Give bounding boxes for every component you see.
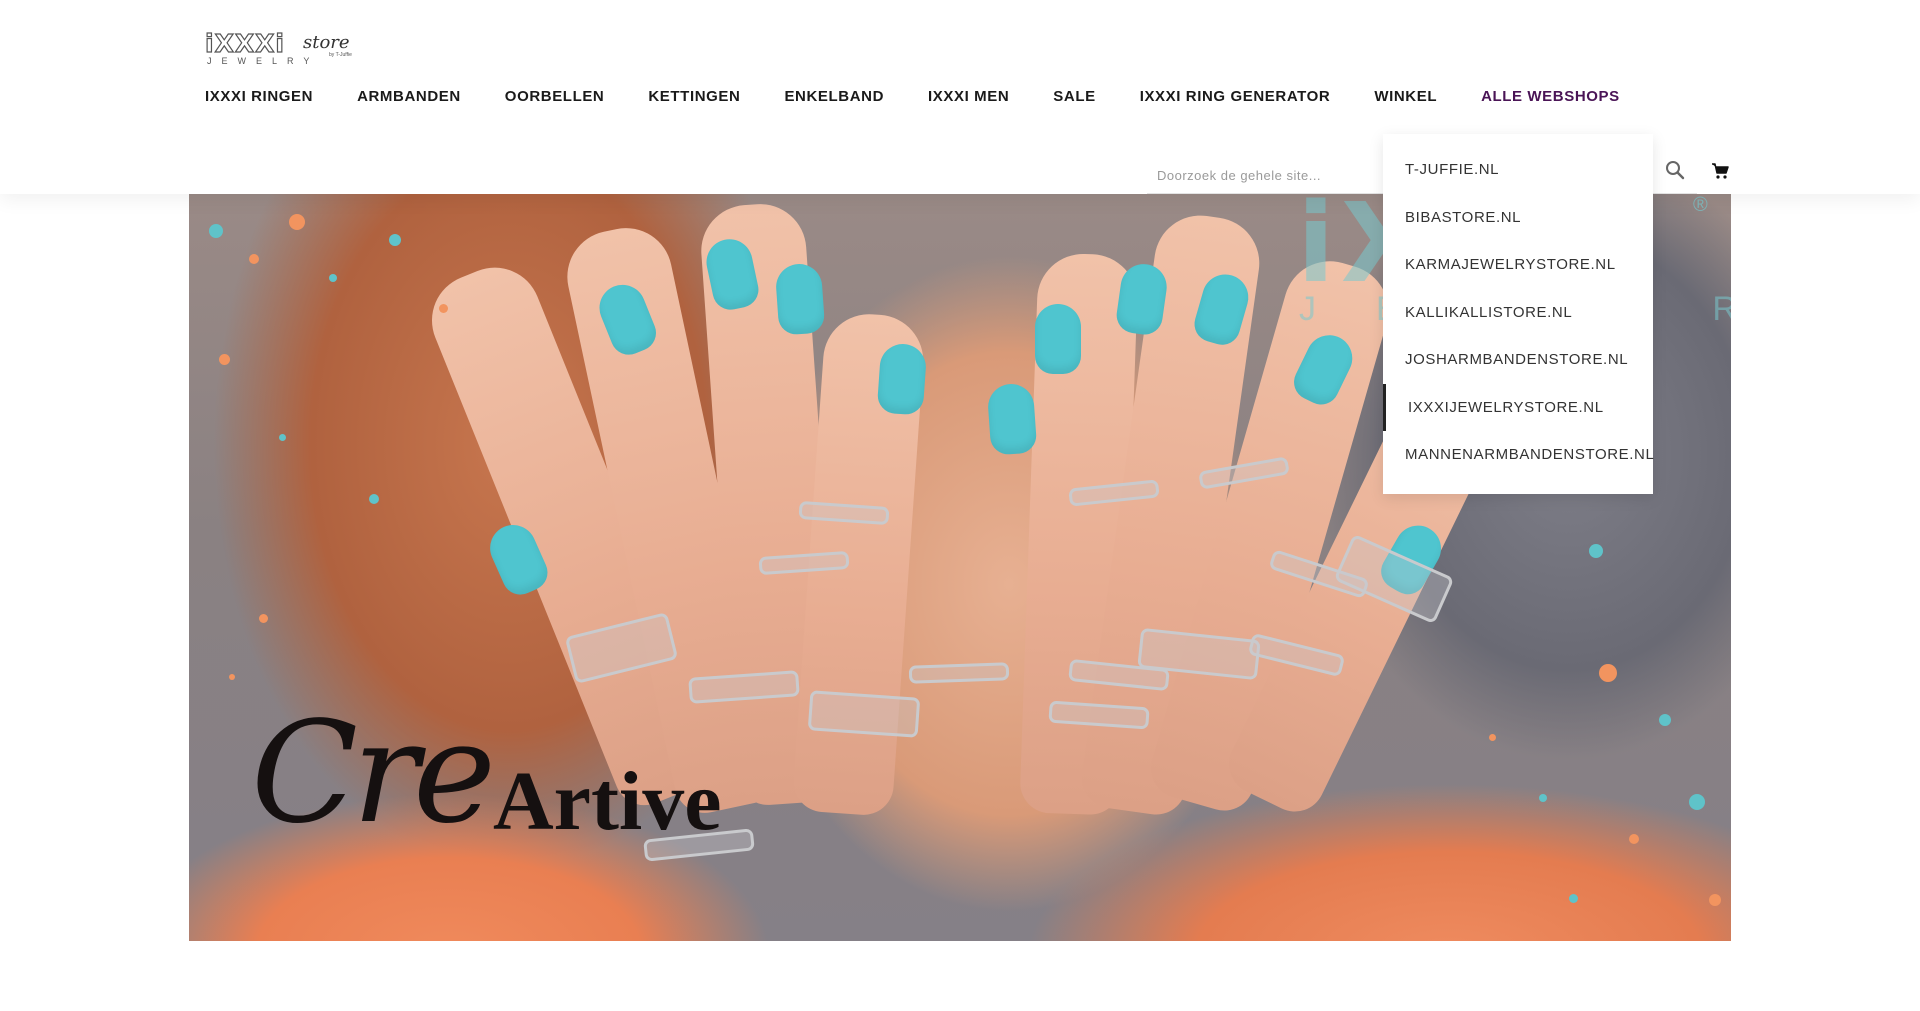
hero-splatter [249, 254, 259, 264]
hero-splatter [289, 214, 305, 230]
hero-nail [986, 382, 1038, 456]
hero-nail [1035, 304, 1081, 374]
dropdown-item-mannenarmbandenstore[interactable]: MANNENARMBANDENSTORE.NL [1383, 431, 1654, 479]
nav-item-oorbellen[interactable]: OORBELLEN [505, 85, 605, 109]
main-navigation: IXXXI RINGEN ARMBANDEN OORBELLEN KETTING… [205, 85, 1664, 109]
store-logo[interactable]: iXXXi store JEWELRY by T-Juffie [204, 29, 355, 68]
hero-ring [807, 690, 921, 738]
hero-splatter [279, 434, 286, 441]
hero-splatter [1659, 714, 1671, 726]
logo-jewelry-text: JEWELRY [207, 56, 320, 66]
dropdown-item-t-juffie[interactable]: T-JUFFIE.NL [1383, 146, 1653, 194]
dropdown-item-josharmbandenstore[interactable]: JOSHARMBANDENSTORE.NL [1383, 336, 1653, 384]
hero-splatter [229, 674, 235, 680]
webshops-dropdown: T-JUFFIE.NL BIBASTORE.NL KARMAJEWELRYSTO… [1383, 134, 1654, 494]
cart-icon[interactable] [1711, 162, 1729, 180]
registered-mark-icon: ® [1693, 194, 1708, 216]
nav-item-armbanden[interactable]: ARMBANDEN [357, 85, 461, 109]
hero-splatter [1569, 894, 1578, 903]
hero-splatter [259, 614, 268, 623]
hero-title-serif: Artive [493, 755, 722, 848]
nav-item-sale[interactable]: SALE [1053, 85, 1095, 109]
nav-item-winkel[interactable]: WINKEL [1374, 85, 1437, 109]
nav-item-alle-webshops[interactable]: ALLE WEBSHOPS [1481, 85, 1620, 109]
logo-main-text: iXXXi [204, 29, 285, 58]
hero-splatter [1689, 794, 1705, 810]
nav-item-ring-generator[interactable]: IXXXI RING GENERATOR [1140, 85, 1331, 109]
hero-splatter [439, 304, 448, 313]
hero-title-script: Cre [251, 692, 496, 855]
hero-splatter [369, 494, 379, 504]
nav-item-ixxxi-ringen[interactable]: IXXXI RINGEN [205, 85, 313, 109]
nav-item-ixxxi-men[interactable]: IXXXI MEN [928, 85, 1009, 109]
hero-splatter [389, 234, 401, 246]
hero-ring [908, 662, 1010, 684]
logo-by-text: by T-Juffie [329, 52, 352, 58]
hero-splatter [209, 224, 223, 238]
dropdown-item-karmajewelrystore[interactable]: KARMAJEWELRYSTORE.NL [1383, 241, 1653, 289]
dropdown-item-bibastore[interactable]: BIBASTORE.NL [1383, 194, 1653, 242]
hero-nail [774, 262, 826, 336]
hero-splatter [219, 354, 230, 365]
nav-item-kettingen[interactable]: KETTINGEN [648, 85, 740, 109]
hero-nail [876, 342, 928, 416]
hero-splatter [329, 274, 337, 282]
logo-store-text: store [303, 32, 350, 53]
nav-item-enkelband[interactable]: ENKELBAND [784, 85, 884, 109]
hero-splatter [1589, 544, 1603, 558]
dropdown-item-kallikallistore[interactable]: KALLIKALLISTORE.NL [1383, 289, 1653, 337]
dropdown-item-ixxxijewelrystore[interactable]: IXXXIJEWELRYSTORE.NL [1383, 383, 1653, 432]
hero-splatter [1629, 834, 1639, 844]
hero-splatter [1539, 794, 1547, 802]
search-icon[interactable] [1664, 159, 1686, 181]
hero-splatter [1599, 664, 1617, 682]
hero-splatter [1709, 894, 1721, 906]
hero-splatter [1489, 734, 1496, 741]
